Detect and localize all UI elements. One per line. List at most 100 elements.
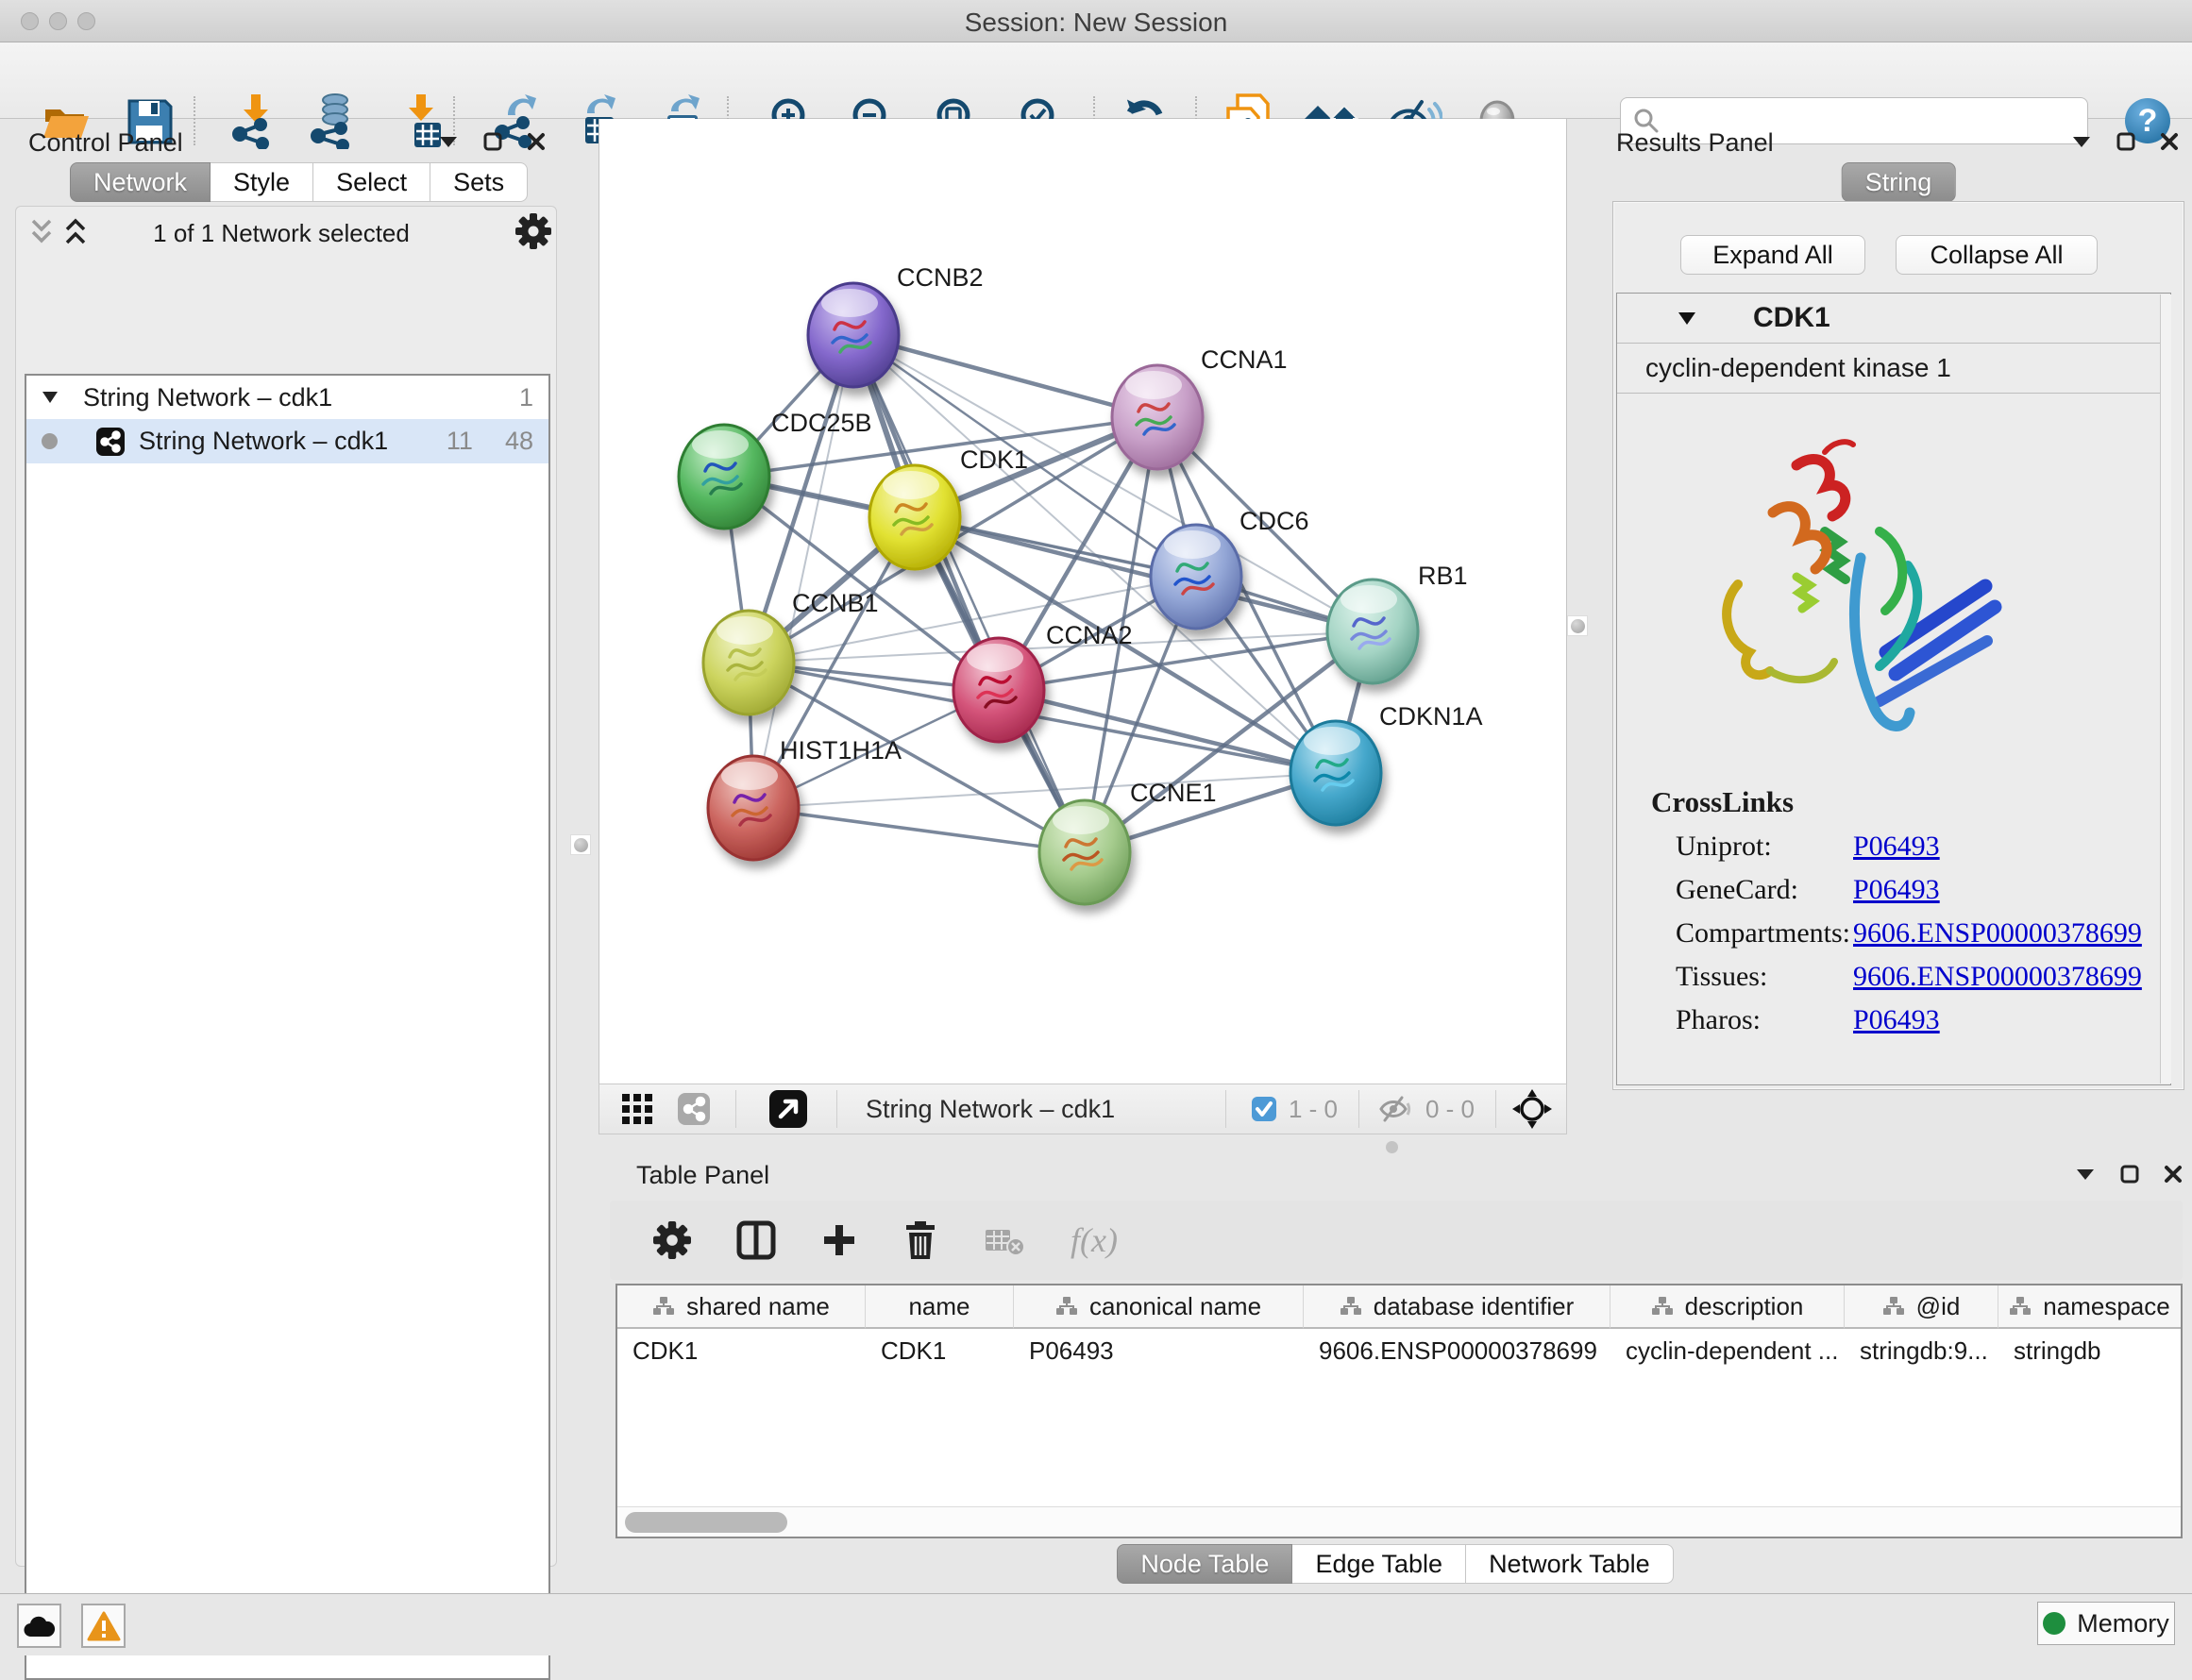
network-node-CCNA2[interactable] bbox=[953, 638, 1044, 742]
results-scrollbar[interactable] bbox=[2160, 294, 2171, 1084]
network-node-HIST1H1A[interactable] bbox=[708, 756, 799, 860]
network-node-CDKN1A[interactable] bbox=[1290, 721, 1381, 825]
column-header[interactable]: canonical name bbox=[1014, 1285, 1304, 1329]
column-header[interactable]: shared name bbox=[617, 1285, 866, 1329]
network-edge-HIST1H1A-CCNE1[interactable] bbox=[753, 808, 1085, 852]
collapse-arrow-icon[interactable] bbox=[1678, 311, 1696, 326]
network-row-selected[interactable]: String Network – cdk1 11 48 bbox=[26, 419, 548, 463]
horizontal-splitter-handle[interactable] bbox=[1386, 1141, 1398, 1153]
panel-close-icon[interactable] bbox=[2160, 132, 2179, 151]
crosslink-label: Tissues: bbox=[1676, 961, 1853, 993]
table-cell[interactable]: stringdb bbox=[1998, 1329, 2181, 1372]
panel-maximize-icon[interactable] bbox=[483, 132, 502, 151]
tab-style[interactable]: Style bbox=[211, 162, 313, 202]
crosslink-link[interactable]: P06493 bbox=[1853, 1004, 1940, 1036]
delete-column-icon[interactable] bbox=[902, 1220, 938, 1260]
birdseye-crosshair-icon[interactable] bbox=[1511, 1088, 1553, 1130]
network-node-CDK1[interactable] bbox=[869, 465, 960, 569]
crosslinks-title: CrossLinks bbox=[1651, 785, 2170, 819]
panel-maximize-icon[interactable] bbox=[2120, 1165, 2139, 1184]
protein-structure-image bbox=[1683, 426, 2023, 756]
hidden-eye-icon[interactable] bbox=[1378, 1095, 1414, 1123]
share-view-icon[interactable] bbox=[677, 1092, 711, 1126]
tab-network[interactable]: Network bbox=[70, 162, 211, 202]
network-edge-CCNB2-CCNE1[interactable] bbox=[853, 335, 1085, 852]
crosslink-link[interactable]: 9606.ENSP00000378699 bbox=[1853, 917, 2142, 949]
network-collection-row[interactable]: String Network – cdk1 1 bbox=[26, 376, 548, 419]
table-cell[interactable]: CDK1 bbox=[866, 1329, 1014, 1372]
warnings-button[interactable] bbox=[81, 1604, 126, 1648]
table-cell[interactable]: stringdb:9... bbox=[1845, 1329, 1998, 1372]
table-row[interactable]: CDK1 CDK1 P06493 9606.ENSP00000378699 cy… bbox=[617, 1329, 2181, 1372]
expand-all-button[interactable]: Expand All bbox=[1680, 235, 1865, 275]
crosslink-link[interactable]: 9606.ENSP00000378699 bbox=[1853, 961, 2142, 993]
table-horizontal-scrollbar[interactable] bbox=[617, 1506, 2181, 1537]
table-options-gear-icon[interactable] bbox=[653, 1221, 691, 1259]
panel-maximize-icon[interactable] bbox=[2116, 132, 2135, 151]
grid-view-icon[interactable] bbox=[620, 1092, 654, 1126]
network-node-CCNB2[interactable] bbox=[808, 283, 899, 387]
column-header[interactable]: name bbox=[866, 1285, 1014, 1329]
node-table: shared name name canonical name database… bbox=[615, 1284, 2183, 1538]
crosslink-link[interactable]: P06493 bbox=[1853, 874, 1940, 906]
show-columns-icon[interactable] bbox=[736, 1220, 776, 1260]
control-panel-tabs: Network Style Select Sets bbox=[70, 162, 528, 202]
network-edge-count: 48 bbox=[505, 427, 533, 456]
network-node-CCNB1[interactable] bbox=[703, 611, 794, 714]
panel-float-icon[interactable] bbox=[438, 135, 459, 148]
collapse-all-button[interactable]: Collapse All bbox=[1896, 235, 2098, 275]
cloud-tasks-button[interactable] bbox=[17, 1604, 61, 1648]
add-column-icon[interactable] bbox=[821, 1222, 857, 1258]
column-header[interactable]: database identifier bbox=[1304, 1285, 1610, 1329]
scrollbar-thumb[interactable] bbox=[625, 1512, 787, 1533]
network-node-CDC25B[interactable] bbox=[679, 425, 769, 529]
panel-float-icon[interactable] bbox=[2075, 1168, 2096, 1181]
left-splitter-handle[interactable] bbox=[570, 834, 591, 855]
crosslink-link[interactable]: P06493 bbox=[1853, 831, 1940, 863]
crosslink-row: Uniprot: P06493 bbox=[1676, 825, 2170, 868]
tab-select[interactable]: Select bbox=[313, 162, 430, 202]
collapse-arrow-icon[interactable] bbox=[42, 391, 59, 404]
column-header[interactable]: @id bbox=[1845, 1285, 1998, 1329]
tab-string[interactable]: String bbox=[1842, 162, 1956, 202]
column-header[interactable]: description bbox=[1610, 1285, 1845, 1329]
table-tabs: Node Table Edge Table Network Table bbox=[599, 1544, 2192, 1584]
network-collection-label: String Network – cdk1 bbox=[83, 383, 519, 412]
network-node-CCNA1[interactable] bbox=[1112, 365, 1203, 469]
network-selection-status: 1 of 1 Network selected bbox=[0, 219, 563, 248]
detach-view-icon[interactable] bbox=[768, 1089, 808, 1129]
right-splitter-handle[interactable] bbox=[1567, 615, 1588, 636]
tab-network-table[interactable]: Network Table bbox=[1466, 1544, 1674, 1584]
panel-close-icon[interactable] bbox=[527, 132, 546, 151]
attribute-tree-icon bbox=[1340, 1296, 1362, 1317]
network-list: String Network – cdk1 1 String Network –… bbox=[25, 374, 550, 1680]
gear-icon bbox=[515, 213, 551, 249]
column-header[interactable]: namespace bbox=[1998, 1285, 2181, 1329]
main-toolbar: ? bbox=[0, 42, 2192, 119]
network-options-button[interactable] bbox=[515, 213, 551, 254]
attribute-tree-icon bbox=[2009, 1296, 2032, 1317]
table-cell[interactable]: CDK1 bbox=[617, 1329, 866, 1372]
network-node-CDC6[interactable] bbox=[1151, 525, 1241, 629]
network-node-CCNE1[interactable] bbox=[1039, 800, 1130, 904]
panel-float-icon[interactable] bbox=[2071, 135, 2092, 148]
table-cell[interactable]: P06493 bbox=[1014, 1329, 1304, 1372]
network-node-label-CCNA2: CCNA2 bbox=[1046, 621, 1133, 649]
results-panel-title: Results Panel bbox=[1616, 128, 1774, 158]
network-node-label-CDK1: CDK1 bbox=[960, 445, 1028, 474]
cdk1-card-header[interactable]: CDK1 bbox=[1617, 294, 2170, 343]
table-cell[interactable]: 9606.ENSP00000378699 bbox=[1304, 1329, 1610, 1372]
network-node-RB1[interactable] bbox=[1327, 580, 1418, 683]
network-node-label-CCNE1: CCNE1 bbox=[1130, 779, 1217, 807]
table-cell[interactable]: cyclin-dependent ... bbox=[1610, 1329, 1845, 1372]
cdk1-result-card: CDK1 cyclin-dependent kinase 1 CrossLink… bbox=[1616, 293, 2171, 1085]
selected-checkbox-icon[interactable] bbox=[1251, 1096, 1277, 1122]
tab-sets[interactable]: Sets bbox=[430, 162, 528, 202]
attribute-tree-icon bbox=[652, 1296, 675, 1317]
network-canvas[interactable]: CCNB2CCNA1CDC25BCDK1CDC6RB1CCNB1CCNA2CDK… bbox=[599, 119, 1567, 1084]
network-view-toolbar: String Network – cdk1 1 - 0 0 - 0 bbox=[599, 1084, 1567, 1134]
tab-edge-table[interactable]: Edge Table bbox=[1292, 1544, 1466, 1584]
memory-button[interactable]: Memory bbox=[2037, 1602, 2175, 1645]
panel-close-icon[interactable] bbox=[2164, 1165, 2183, 1184]
tab-node-table[interactable]: Node Table bbox=[1117, 1544, 1292, 1584]
